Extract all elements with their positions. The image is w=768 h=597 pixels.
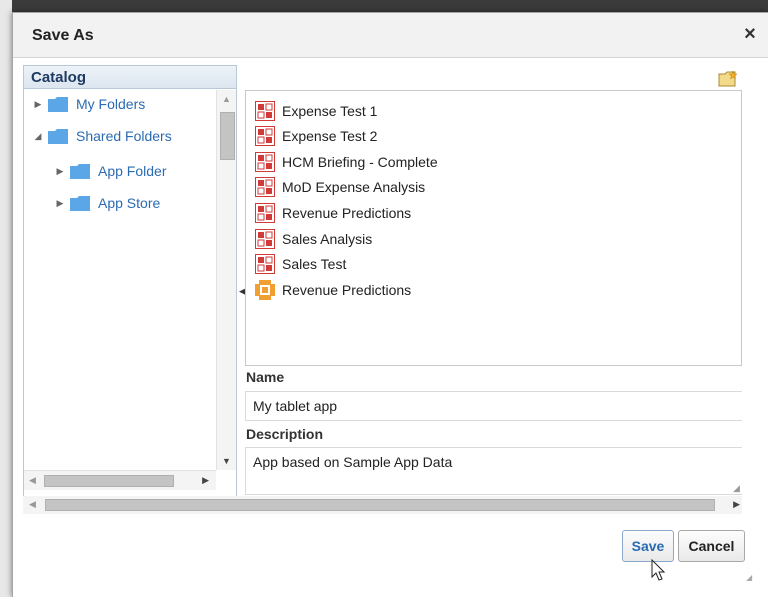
scroll-right-icon[interactable]: ▶ <box>733 499 740 510</box>
file-label: Expense Test 2 <box>282 128 378 144</box>
cancel-button[interactable]: Cancel <box>678 530 745 562</box>
file-label: Sales Test <box>282 256 347 272</box>
dialog-title: Save As <box>32 27 94 44</box>
list-item[interactable]: Expense Test 2 <box>255 125 377 147</box>
scrollbar-thumb[interactable] <box>44 475 174 487</box>
resize-grip-icon[interactable]: ◢ <box>733 483 740 494</box>
scroll-left-icon[interactable]: ◀ <box>29 475 36 486</box>
analysis-report-icon <box>255 101 275 121</box>
description-input[interactable]: App based on Sample App Data <box>245 447 742 495</box>
list-item[interactable]: Sales Test <box>255 253 346 275</box>
list-item[interactable]: Expense Test 1 <box>255 100 377 122</box>
dialog-resize-grip-icon[interactable]: ◢ <box>746 573 752 582</box>
tree-item-label: Shared Folders <box>76 128 172 144</box>
analysis-report-icon <box>255 152 275 172</box>
save-button[interactable]: Save <box>622 530 674 562</box>
scrollbar-thumb[interactable] <box>45 499 715 511</box>
close-icon[interactable]: × <box>740 24 760 44</box>
catalog-header: Catalog <box>24 66 236 89</box>
analysis-report-icon <box>255 229 275 249</box>
scrollbar-thumb[interactable] <box>220 112 235 160</box>
tree-item-shared-folders[interactable]: ◢ Shared Folders <box>32 126 172 146</box>
list-item[interactable]: Sales Analysis <box>255 228 372 250</box>
list-item[interactable]: Revenue Predictions <box>255 279 411 301</box>
catalog-vertical-scrollbar[interactable]: ▲ ▼ <box>216 90 236 470</box>
expand-arrow-icon[interactable]: ▶ <box>32 99 44 110</box>
dialog-titlebar: Save As × <box>13 13 768 58</box>
file-label: Expense Test 1 <box>282 103 378 119</box>
scroll-left-icon[interactable]: ◀ <box>29 499 36 510</box>
folder-icon <box>48 128 68 144</box>
expand-arrow-icon[interactable]: ▶ <box>54 166 66 177</box>
tree-item-app-folder[interactable]: ▶ App Folder <box>54 161 167 181</box>
catalog-pane: Catalog ▶ My Folders ◢ Shared Folders ▶ … <box>23 65 237 505</box>
dialog-horizontal-scrollbar[interactable]: ◀ ▶ <box>23 496 742 514</box>
list-item[interactable]: Revenue Predictions <box>255 202 411 224</box>
tree-item-label: App Folder <box>98 163 167 179</box>
analysis-report-icon <box>255 203 275 223</box>
analysis-report-icon <box>255 254 275 274</box>
new-folder-icon[interactable] <box>718 70 738 88</box>
folder-icon <box>70 195 90 211</box>
scroll-right-icon[interactable]: ▶ <box>202 475 209 486</box>
expand-arrow-icon[interactable]: ▶ <box>54 198 66 209</box>
folder-icon <box>70 163 90 179</box>
tree-item-my-folders[interactable]: ▶ My Folders <box>32 94 146 114</box>
catalog-horizontal-scrollbar[interactable]: ◀ ▶ <box>24 470 216 490</box>
scroll-down-icon[interactable]: ▼ <box>222 456 231 466</box>
file-label: MoD Expense Analysis <box>282 179 426 195</box>
file-label: Revenue Predictions <box>282 282 412 298</box>
catalog-tree: ▶ My Folders ◢ Shared Folders ▶ App Fold… <box>24 90 216 482</box>
tree-item-label: App Store <box>98 195 161 211</box>
analysis-report-icon <box>255 126 275 146</box>
folder-icon <box>48 96 68 112</box>
background-window <box>0 0 12 597</box>
mouse-cursor-icon <box>651 559 666 581</box>
tree-item-label: My Folders <box>76 96 146 112</box>
analysis-report-icon <box>255 177 275 197</box>
tree-item-app-store[interactable]: ▶ App Store <box>54 193 161 213</box>
file-list: Expense Test 1 Expense Test 2 HCM Briefi… <box>245 90 742 366</box>
collapse-arrow-icon[interactable]: ◢ <box>32 131 44 142</box>
mobile-app-icon <box>255 280 275 300</box>
scroll-up-icon[interactable]: ▲ <box>222 94 231 104</box>
file-label: Sales Analysis <box>282 231 373 247</box>
name-label: Name <box>246 369 285 385</box>
file-label: Revenue Predictions <box>282 205 412 221</box>
list-item[interactable]: MoD Expense Analysis <box>255 176 425 198</box>
file-label: HCM Briefing - Complete <box>282 154 438 170</box>
description-label: Description <box>246 426 324 442</box>
list-item[interactable]: HCM Briefing - Complete <box>255 151 438 173</box>
name-input[interactable] <box>245 391 742 421</box>
